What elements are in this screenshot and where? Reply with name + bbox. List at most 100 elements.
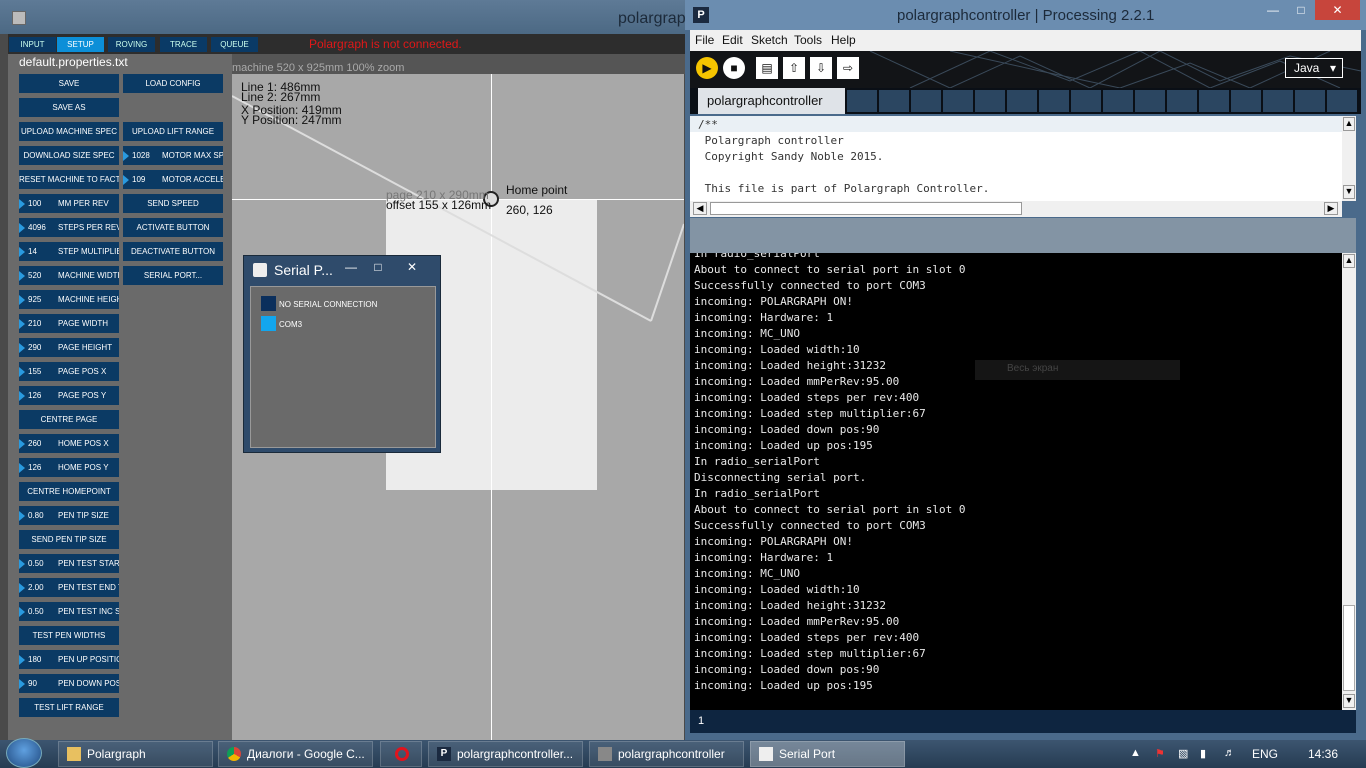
run-button[interactable]: ▶ [696, 57, 718, 79]
editor-tab[interactable] [1071, 90, 1101, 112]
editor-tab[interactable] [975, 90, 1005, 112]
language-indicator[interactable]: ENG [1252, 747, 1278, 761]
editor-tab[interactable] [1103, 90, 1133, 112]
deactivate-button[interactable]: DEACTIVATE BUTTON [123, 242, 223, 261]
pen-down-position-field[interactable]: 90 PEN DOWN POSITION [19, 674, 119, 693]
menu-help[interactable]: Help [831, 33, 856, 47]
download-size-spec-button[interactable]: DOWNLOAD SIZE SPEC [19, 146, 119, 165]
test-pen-widths-button[interactable]: TEST PEN WIDTHS [19, 626, 119, 645]
processing-titlebar[interactable]: P polargraphcontroller | Processing 2.2.… [685, 0, 1366, 30]
scroll-left-icon[interactable]: ◀ [693, 202, 707, 215]
page-width-field[interactable]: 210 PAGE WIDTH [19, 314, 119, 333]
mm-per-rev-field[interactable]: 100 MM PER REV [19, 194, 119, 213]
menu-sketch[interactable]: Sketch [751, 33, 788, 47]
taskbar-chrome[interactable]: Диалоги - Google C... [218, 741, 373, 767]
step-multiplier-field[interactable]: 14 STEP MULTIPLIER [19, 242, 119, 261]
editor-tab[interactable] [1167, 90, 1197, 112]
taskbar-polargraphcontroller[interactable]: polargraphcontroller [589, 741, 744, 767]
minimize-button[interactable]: — [1260, 0, 1286, 20]
editor-vertical-scrollbar[interactable]: ▲ ▼ [1342, 116, 1356, 201]
tab-queue[interactable]: QUEUE [211, 37, 258, 52]
save-button[interactable]: SAVE [19, 74, 119, 93]
taskbar-serial-port[interactable]: Serial Port [750, 741, 905, 767]
scroll-up-icon[interactable]: ▲ [1343, 254, 1355, 268]
no-serial-radio[interactable] [261, 296, 276, 311]
tab-setup[interactable]: SETUP [57, 37, 104, 52]
editor-tab[interactable] [1231, 90, 1261, 112]
machine-width-field[interactable]: 520 MACHINE WIDTH [19, 266, 119, 285]
pen-test-start-field[interactable]: 0.50 PEN TEST START TIP [19, 554, 119, 573]
motor-acceleration-field[interactable]: 109 MOTOR ACCELERATION [123, 170, 223, 189]
serial-port-button[interactable]: SERIAL PORT... [123, 266, 223, 285]
menu-file[interactable]: File [695, 33, 714, 47]
load-config-button[interactable]: LOAD CONFIG [123, 74, 223, 93]
editor-tab[interactable] [911, 90, 941, 112]
scroll-right-icon[interactable]: ▶ [1324, 202, 1338, 215]
scroll-thumb[interactable] [1343, 605, 1355, 691]
maximize-button[interactable]: □ [1288, 0, 1314, 20]
com3-radio[interactable] [261, 316, 276, 331]
flag-icon[interactable]: ⚑ [1155, 747, 1165, 760]
network-icon[interactable]: ▧ [1178, 747, 1188, 760]
pen-test-end-field[interactable]: 2.00 PEN TEST END TIP [19, 578, 119, 597]
scroll-up-icon[interactable]: ▲ [1343, 117, 1355, 131]
mode-selector[interactable]: Java ▾ [1285, 58, 1343, 78]
page-pos-x-field[interactable]: 155 PAGE POS X [19, 362, 119, 381]
editor-tab[interactable] [1295, 90, 1325, 112]
save-sketch-button[interactable]: ⇩ [810, 57, 832, 79]
console-scrollbar[interactable]: ▲ ▼ [1342, 253, 1356, 710]
taskbar-processing[interactable]: Ppolargraphcontroller... [428, 741, 583, 767]
volume-icon[interactable]: ♬ [1224, 747, 1235, 759]
editor-tab[interactable] [1135, 90, 1165, 112]
taskbar-polargraph[interactable]: Polargraph [58, 741, 213, 767]
editor-tab[interactable] [1263, 90, 1293, 112]
scroll-thumb[interactable] [710, 202, 1022, 215]
scroll-down-icon[interactable]: ▼ [1343, 185, 1355, 199]
tab-polargraphcontroller[interactable]: polargraphcontroller [698, 88, 845, 114]
minimize-button[interactable]: — [338, 258, 364, 276]
tab-roving[interactable]: ROVING [108, 37, 155, 52]
taskbar-opera[interactable] [380, 741, 422, 767]
stop-button[interactable]: ■ [723, 57, 745, 79]
editor-tab[interactable] [879, 90, 909, 112]
page-height-field[interactable]: 290 PAGE HEIGHT [19, 338, 119, 357]
pen-test-inc-field[interactable]: 0.50 PEN TEST INC SIZE [19, 602, 119, 621]
steps-per-rev-field[interactable]: 4096 STEPS PER REV [19, 218, 119, 237]
editor-tab[interactable] [847, 90, 877, 112]
save-as-button[interactable]: SAVE AS [19, 98, 119, 117]
clock[interactable]: 14:36 [1308, 747, 1338, 761]
open-sketch-button[interactable]: ⇧ [783, 57, 805, 79]
new-sketch-button[interactable]: ▤ [756, 57, 778, 79]
motor-max-speed-field[interactable]: 1028 MOTOR MAX SPEED [123, 146, 223, 165]
home-pos-x-field[interactable]: 260 HOME POS X [19, 434, 119, 453]
export-button[interactable]: ⇨ [837, 57, 859, 79]
upload-lift-range-button[interactable]: UPLOAD LIFT RANGE [123, 122, 223, 141]
pen-tip-size-field[interactable]: 0.80 PEN TIP SIZE [19, 506, 119, 525]
home-pos-y-field[interactable]: 126 HOME POS Y [19, 458, 119, 477]
send-pen-tip-size-button[interactable]: SEND PEN TIP SIZE [19, 530, 119, 549]
console-output[interactable]: In radio_serialPort About to connect to s… [690, 253, 1342, 710]
editor-tab[interactable] [1199, 90, 1229, 112]
editor-horizontal-scrollbar[interactable]: ◀ ▶ [690, 201, 1342, 217]
fullscreen-overlay[interactable]: Весь экран [975, 360, 1180, 380]
machine-height-field[interactable]: 925 MACHINE HEIGHT [19, 290, 119, 309]
test-lift-range-button[interactable]: TEST LIFT RANGE [19, 698, 119, 717]
code-editor[interactable]: /** Polargraph controller Copyright Sand… [690, 116, 1342, 201]
polargraph-titlebar[interactable]: polargraph [0, 0, 695, 34]
pen-up-position-field[interactable]: 180 PEN UP POSITION [19, 650, 119, 669]
menu-edit[interactable]: Edit [722, 33, 743, 47]
start-button[interactable] [6, 738, 42, 768]
maximize-button[interactable]: □ [365, 258, 391, 276]
activate-button[interactable]: ACTIVATE BUTTON [123, 218, 223, 237]
show-hidden-icons[interactable]: ▲ [1130, 747, 1141, 759]
upload-machine-spec-button[interactable]: UPLOAD MACHINE SPEC [19, 122, 119, 141]
editor-tab[interactable] [1327, 90, 1357, 112]
editor-tab[interactable] [1039, 90, 1069, 112]
tab-trace[interactable]: TRACE [160, 37, 207, 52]
menu-tools[interactable]: Tools [794, 33, 822, 47]
send-speed-button[interactable]: SEND SPEED [123, 194, 223, 213]
scroll-down-icon[interactable]: ▼ [1343, 694, 1355, 708]
signal-icon[interactable]: ▮ [1200, 747, 1206, 760]
editor-tab[interactable] [1007, 90, 1037, 112]
close-button[interactable]: ✕ [392, 258, 432, 276]
